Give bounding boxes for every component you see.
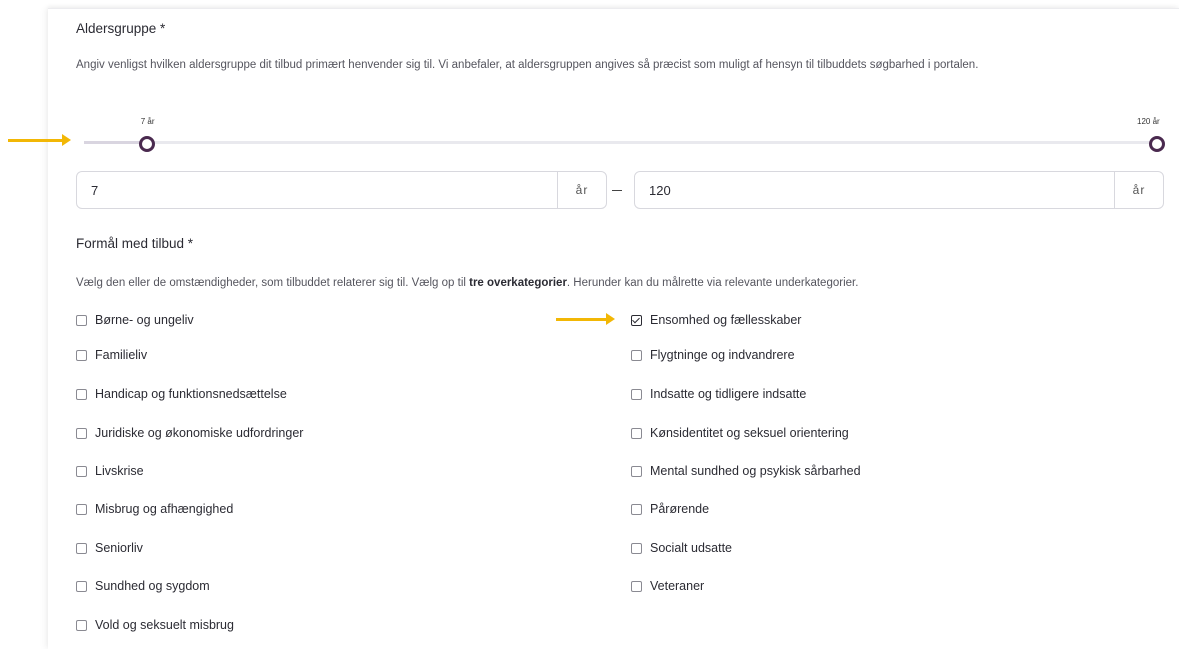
option-parorende[interactable]: Pårørende: [631, 502, 709, 516]
option-label: Seniorliv: [95, 541, 143, 555]
purpose-help-bold: tre overkategorier: [469, 277, 567, 289]
checkbox[interactable]: [76, 580, 87, 592]
age-range-slider[interactable]: [84, 141, 1159, 144]
option-label: Kønsidentitet og seksuel orientering: [650, 426, 849, 440]
option-mental-sundhed[interactable]: Mental sundhed og psykisk sårbarhed: [631, 464, 861, 478]
option-label: Socialt udsatte: [650, 541, 732, 555]
option-borne-og-ungeliv[interactable]: Børne- og ungeliv: [76, 313, 194, 327]
option-familieliv[interactable]: Familieliv: [76, 348, 147, 362]
checkbox[interactable]: [631, 349, 642, 361]
checkbox[interactable]: [631, 427, 642, 439]
checkbox[interactable]: [76, 542, 87, 554]
age-to-input[interactable]: [635, 172, 1115, 208]
option-label: Handicap og funktionsnedsættelse: [95, 387, 287, 401]
option-indsatte[interactable]: Indsatte og tidligere indsatte: [631, 387, 806, 401]
checkbox[interactable]: [76, 349, 87, 361]
age-from-input[interactable]: [77, 172, 557, 208]
checkbox[interactable]: [631, 465, 642, 477]
purpose-help: Vælg den eller de omstændigheder, som ti…: [76, 275, 858, 292]
age-from-field: år: [76, 171, 607, 209]
option-label: Pårørende: [650, 502, 710, 516]
checkbox-checked[interactable]: [631, 314, 642, 326]
option-label: Juridiske og økonomiske udfordringer: [95, 426, 304, 440]
annotation-arrow-checkbox: [556, 313, 615, 325]
checkbox[interactable]: [76, 465, 87, 477]
checkbox[interactable]: [76, 503, 87, 515]
checkbox[interactable]: [631, 503, 642, 515]
option-label: Børne- og ungeliv: [95, 313, 194, 327]
checkbox[interactable]: [76, 388, 87, 400]
option-label: Misbrug og afhængighed: [95, 502, 234, 516]
age-to-unit: år: [1114, 172, 1163, 208]
option-handicap[interactable]: Handicap og funktionsnedsættelse: [76, 387, 287, 401]
annotation-arrow-slider: [8, 134, 71, 146]
slider-max-label: 120 år: [1137, 117, 1160, 126]
option-label: Indsatte og tidligere indsatte: [650, 387, 807, 401]
age-to-field: år: [634, 171, 1164, 209]
slider-max-thumb[interactable]: [1149, 136, 1165, 152]
option-label: Vold og seksuelt misbrug: [95, 618, 234, 632]
option-konsidentitet[interactable]: Kønsidentitet og seksuel orientering: [631, 426, 849, 440]
slider-min-label: 7 år: [140, 117, 155, 126]
option-socialt-udsatte[interactable]: Socialt udsatte: [631, 541, 732, 555]
purpose-help-prefix: Vælg den eller de omstændigheder, som ti…: [76, 277, 470, 289]
purpose-help-suffix: . Herunder kan du målrette via relevante…: [566, 277, 859, 289]
option-label: Flygtninge og indvandrere: [650, 348, 795, 362]
form-card: [48, 8, 1179, 649]
page-gutter: [0, 0, 48, 639]
option-label: Mental sundhed og psykisk sårbarhed: [650, 464, 861, 478]
slider-min-thumb[interactable]: [138, 136, 155, 152]
option-juridiske[interactable]: Juridiske og økonomiske udfordringer: [76, 426, 303, 440]
option-seniorliv[interactable]: Seniorliv: [76, 541, 143, 555]
age-group-title: Aldersgruppe *: [76, 21, 166, 36]
option-flygtninge[interactable]: Flygtninge og indvandrere: [631, 348, 795, 362]
option-label: Ensomhed og fællesskaber: [650, 313, 802, 327]
option-label: Sundhed og sygdom: [95, 579, 210, 593]
age-from-unit: år: [557, 172, 606, 208]
checkbox[interactable]: [76, 619, 87, 631]
age-range-fill: [84, 141, 147, 144]
option-misbrug[interactable]: Misbrug og afhængighed: [76, 502, 233, 516]
checkbox[interactable]: [631, 580, 642, 592]
option-livskrise[interactable]: Livskrise: [76, 464, 144, 478]
option-label: Familieliv: [95, 348, 148, 362]
checkbox[interactable]: [631, 388, 642, 400]
checkbox[interactable]: [76, 314, 87, 326]
option-label: Veteraner: [650, 579, 705, 593]
checkbox[interactable]: [76, 427, 87, 439]
option-ensomhed[interactable]: Ensomhed og fællesskaber: [631, 313, 801, 327]
option-vold[interactable]: Vold og seksuelt misbrug: [76, 618, 234, 632]
age-group-help: Angiv venligst hvilken aldersgruppe dit …: [76, 59, 979, 71]
option-label: Livskrise: [95, 464, 144, 478]
checkbox[interactable]: [631, 542, 642, 554]
purpose-title: Formål med tilbud *: [76, 236, 194, 251]
option-sundhed[interactable]: Sundhed og sygdom: [76, 579, 210, 593]
range-separator: [612, 190, 622, 191]
option-veteraner[interactable]: Veteraner: [631, 579, 704, 593]
